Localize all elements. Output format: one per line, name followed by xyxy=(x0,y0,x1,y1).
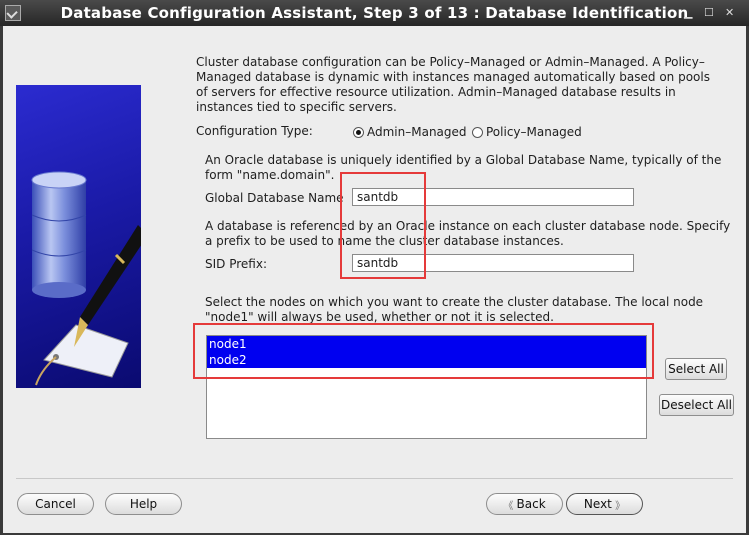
help-button[interactable]: Help xyxy=(105,493,182,515)
next-arrow-icon: 》 xyxy=(611,500,626,512)
deselect-all-button[interactable]: Deselect All xyxy=(659,394,734,416)
radio-admin-managed[interactable]: Admin–Managed xyxy=(353,125,467,139)
back-arrow-icon: 《 xyxy=(503,500,517,512)
radio-admin-managed-label: Admin–Managed xyxy=(367,125,467,139)
window-frame-left xyxy=(0,26,3,535)
radio-policy-managed-label: Policy–Managed xyxy=(486,125,582,139)
sid-prefix-description: A database is referenced by an Oracle in… xyxy=(205,219,731,248)
back-button-label: Back xyxy=(516,497,546,511)
minimize-icon[interactable]: ▁ xyxy=(684,6,692,19)
configuration-type-label: Configuration Type: xyxy=(196,124,313,138)
radio-policy-managed[interactable]: Policy–Managed xyxy=(472,125,582,139)
select-all-button[interactable]: Select All xyxy=(665,358,727,380)
cancel-button[interactable]: Cancel xyxy=(17,493,94,515)
window-titlebar: Database Configuration Assistant, Step 3… xyxy=(0,0,749,26)
sid-prefix-label: SID Prefix: xyxy=(205,257,267,271)
intro-description: Cluster database configuration can be Po… xyxy=(196,55,710,114)
close-icon[interactable]: ✕ xyxy=(725,6,734,19)
annotation-highlight-inputs xyxy=(340,172,426,279)
radio-unselected-icon xyxy=(472,126,483,138)
annotation-highlight-nodes xyxy=(193,323,654,379)
next-button-label: Next xyxy=(583,497,612,511)
back-button[interactable]: 《 Back xyxy=(486,493,563,515)
footer-separator xyxy=(16,478,733,479)
global-db-name-label: Global Database Name xyxy=(205,191,344,205)
maximize-icon[interactable]: ☐ xyxy=(704,6,714,19)
global-db-name-description: An Oracle database is uniquely identifie… xyxy=(205,153,722,182)
window-title: Database Configuration Assistant, Step 3… xyxy=(60,4,689,22)
database-pen-illustration xyxy=(16,85,141,388)
nodes-description: Select the nodes on which you want to cr… xyxy=(205,295,704,324)
radio-selected-icon xyxy=(353,126,364,138)
next-button[interactable]: Next 》 xyxy=(566,493,643,515)
